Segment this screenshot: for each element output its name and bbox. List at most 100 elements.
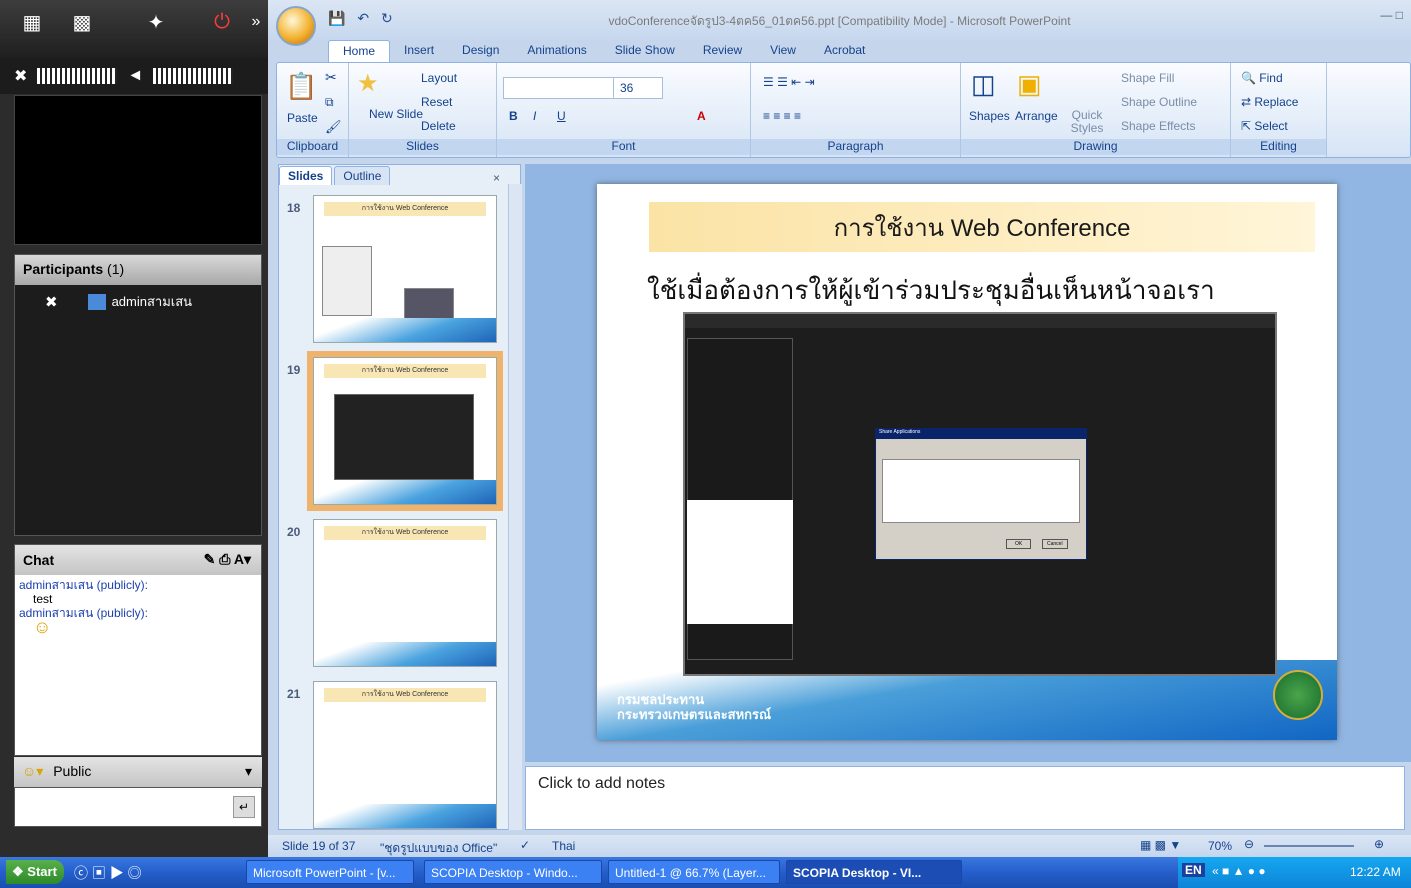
shape-fill-button[interactable]: Shape Fill [1121,71,1174,85]
tab-view[interactable]: View [756,40,810,62]
tab-outline[interactable]: Outline [334,166,391,185]
scopia-panel: ▦ ▩ ✦ ⏻ » ✖ ◄ Participants (1) ✖ adminสา… [0,0,268,857]
folder-icon[interactable]: ▣ [92,865,106,881]
status-bar: Slide 19 of 37 "ชุดรูปแบบของ Office" ✓ T… [268,835,1411,857]
copy-icon[interactable]: ⧉ [325,95,334,110]
layout-close-icon[interactable]: ▩ [68,8,96,36]
find-button[interactable]: 🔍 Find [1241,71,1283,85]
taskbar-item-powerpoint[interactable]: Microsoft PowerPoint - [v... [246,860,414,884]
format-painter-icon[interactable]: 🖌 [325,119,342,135]
bold-button[interactable]: B [509,109,518,123]
taskbar: ❖ Start ⓒ ▣ ▶ ◎ Microsoft PowerPoint - [… [0,857,1411,888]
font-color-button[interactable]: A [697,109,706,123]
tab-slides[interactable]: Slides [279,166,333,185]
chat-header: Chat ✎ ⎙ A▾ [15,545,261,575]
spellcheck-icon[interactable]: ✓ [520,838,530,852]
speaker-level-meter[interactable] [153,68,234,84]
align-icon[interactable]: ≡ ≡ ≡ ≡ [763,109,801,123]
slide-thumbnail[interactable]: การใช้งาน Web Conference [313,195,497,343]
window-controls[interactable]: — □ [1380,8,1403,22]
slide-thumbnail-selected[interactable]: การใช้งาน Web Conference [307,351,503,511]
media-icon[interactable]: ▶ [110,865,124,881]
paste-icon: 📋 [285,71,318,101]
group-font: 36 B I U A Font [497,63,751,157]
new-slide-button[interactable]: New Slide [369,107,423,121]
shape-effects-button[interactable]: Shape Effects [1121,119,1196,133]
delete-button[interactable]: Delete [421,119,456,133]
slides-scrollbar[interactable] [508,184,522,830]
dialog-cancel: Cancel [1042,539,1068,549]
print-icon[interactable]: ⎙ [219,551,230,567]
slide-thumbnail[interactable]: การใช้งาน Web Conference [313,681,497,829]
tab-slide-show[interactable]: Slide Show [601,40,689,62]
tab-design[interactable]: Design [448,40,513,62]
select-button[interactable]: ⇱ Select [1241,119,1288,133]
expand-icon[interactable]: » [242,8,270,36]
slide-thumbnail[interactable]: การใช้งาน Web Conference [313,519,497,667]
save-icon[interactable]: 💾 [328,10,345,26]
underline-button[interactable]: U [557,109,566,123]
send-button[interactable]: ↵ [233,796,255,818]
ie-icon[interactable]: ⓒ [74,865,88,881]
tab-animations[interactable]: Animations [513,40,600,62]
font-icon[interactable]: A▾ [234,551,251,567]
zoom-slider[interactable] [1264,845,1354,847]
shapes-icon: ◫ [971,69,996,99]
redo-icon[interactable]: ↻ [381,10,393,26]
thumb-footer [314,318,496,342]
zoom-in-icon[interactable]: ⊕ [1374,837,1384,851]
mic-icon[interactable]: ✖ [14,66,27,86]
current-slide[interactable]: การใช้งาน Web Conference ใช้เมื่อต้องการ… [597,184,1337,740]
replace-button[interactable]: ⇄ Replace [1241,95,1298,109]
ribbon: 📋 Paste ✂ ⧉ 🖌 Clipboard ★ New Slide Layo… [276,62,1411,158]
group-label: Editing [1231,139,1326,155]
zoom-out-icon[interactable]: ⊖ [1244,837,1254,851]
thumb-footer [314,480,496,504]
thumb-graphic [322,246,372,316]
power-icon[interactable]: ⏻ [208,8,236,36]
tab-acrobat[interactable]: Acrobat [810,40,879,62]
zoom-level[interactable]: 70% [1208,839,1232,853]
taskbar-item-photoshop[interactable]: Untitled-1 @ 66.7% (Layer... [608,860,780,884]
quick-access-toolbar: 💾 ↶ ↻ [328,10,393,27]
layout-button[interactable]: Layout [421,71,457,85]
notes-field[interactable]: Click to add notes [525,766,1405,830]
speaker-icon[interactable]: ◄ [127,67,143,85]
slide-screenshot-image: Share Applications OK Cancel [683,312,1277,676]
close-icon[interactable]: × [493,171,500,185]
ribbon-tabs: Home Insert Design Animations Slide Show… [328,40,879,62]
arrange-button[interactable]: Arrange [1015,109,1058,123]
shape-outline-button[interactable]: Shape Outline [1121,95,1197,109]
mic-level-meter[interactable] [37,68,118,84]
paste-button[interactable]: Paste [287,111,318,125]
layout-icon[interactable]: ▦ [18,8,46,36]
shapes-button[interactable]: Shapes [969,109,1010,123]
browser-icon[interactable]: ◎ [128,865,142,881]
bullets-icon[interactable]: ☰ ☰ ⇤ ⇥ [763,75,815,89]
tab-review[interactable]: Review [689,40,756,62]
tab-insert[interactable]: Insert [390,40,448,62]
chat-input[interactable]: ↵ [14,787,262,827]
undo-icon[interactable]: ↶ [357,10,369,26]
group-label: Font [497,139,750,155]
taskbar-item-scopia-desktop[interactable]: SCOPIA Desktop - VI... [786,860,962,884]
start-button[interactable]: ❖ Start [6,860,64,884]
language-indicator[interactable]: EN [1182,863,1205,877]
wand-icon[interactable]: ✦ [142,8,170,36]
taskbar-item-scopia-browser[interactable]: SCOPIA Desktop - Windo... [424,860,602,884]
new-slide-icon: ★ [357,70,379,97]
cut-icon[interactable]: ✂ [325,69,337,86]
eraser-icon[interactable]: ✎ [204,551,216,567]
participants-panel: Participants (1) ✖ adminสามเสน [14,254,262,536]
participant-row[interactable]: ✖ adminสามเสน [15,285,261,318]
tab-home[interactable]: Home [328,40,391,62]
reset-button[interactable]: Reset [421,95,452,109]
italic-button[interactable]: I [533,109,536,123]
view-buttons[interactable]: ▦ ▩ ▼ [1140,838,1181,852]
quick-styles-button[interactable]: Quick Styles [1067,109,1107,135]
tray-icons[interactable]: « ■ ▲ ● ● [1212,864,1266,878]
arrange-icon: ▣ [1017,69,1042,99]
office-button[interactable] [276,6,316,46]
font-size-select[interactable]: 36 [613,77,663,99]
chat-recipient-select[interactable]: ☺▾ Public ▾ [14,757,262,787]
